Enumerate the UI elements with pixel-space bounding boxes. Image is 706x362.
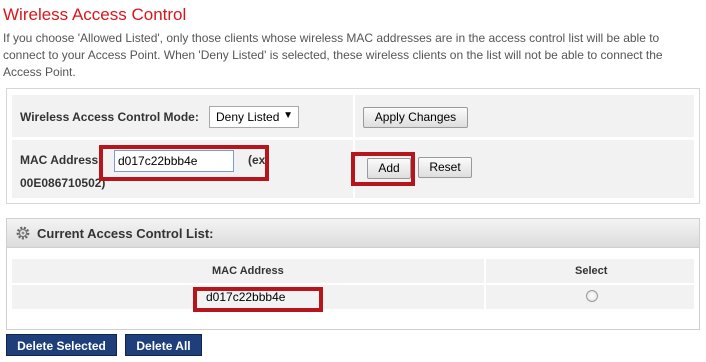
column-separator	[484, 259, 486, 283]
page-description: If you choose 'Allowed Listed', only tho…	[3, 31, 663, 79]
access-control-list-panel: Current Access Control List: MAC Address…	[6, 218, 700, 330]
mac-input-highlight	[99, 145, 269, 181]
reset-button[interactable]: Reset	[418, 157, 472, 178]
list-header-row: MAC Address Select	[12, 259, 694, 283]
list-title: Current Access Control List:	[37, 226, 214, 241]
apply-changes-button[interactable]: Apply Changes	[363, 107, 468, 128]
mode-label: Wireless Access Control Mode:	[20, 110, 199, 124]
table-row: d017c22bbb4e	[12, 285, 694, 309]
mode-select-value: Deny Listed	[216, 110, 280, 124]
select-radio[interactable]	[586, 290, 598, 302]
gear-icon	[16, 226, 30, 240]
column-separator	[353, 95, 355, 137]
mac-address-column-header: MAC Address	[212, 265, 284, 277]
delete-all-button[interactable]: Delete All	[125, 334, 202, 356]
page-title: Wireless Access Control	[3, 5, 187, 24]
dropdown-arrow-icon: ▼	[283, 110, 293, 121]
mac-address-label: MAC Address:	[20, 153, 103, 167]
list-panel-header: Current Access Control List:	[7, 219, 699, 248]
list-entry-highlight	[193, 287, 323, 312]
mode-row: Wireless Access Control Mode: Deny Liste…	[12, 95, 694, 137]
column-separator	[484, 285, 486, 309]
mode-select[interactable]: Deny Listed ▼	[209, 106, 299, 128]
select-column-header: Select	[575, 265, 608, 277]
mac-example-value: 00E086710502)	[20, 176, 106, 190]
add-button-highlight	[351, 152, 415, 186]
delete-selected-button[interactable]: Delete Selected	[6, 334, 117, 356]
